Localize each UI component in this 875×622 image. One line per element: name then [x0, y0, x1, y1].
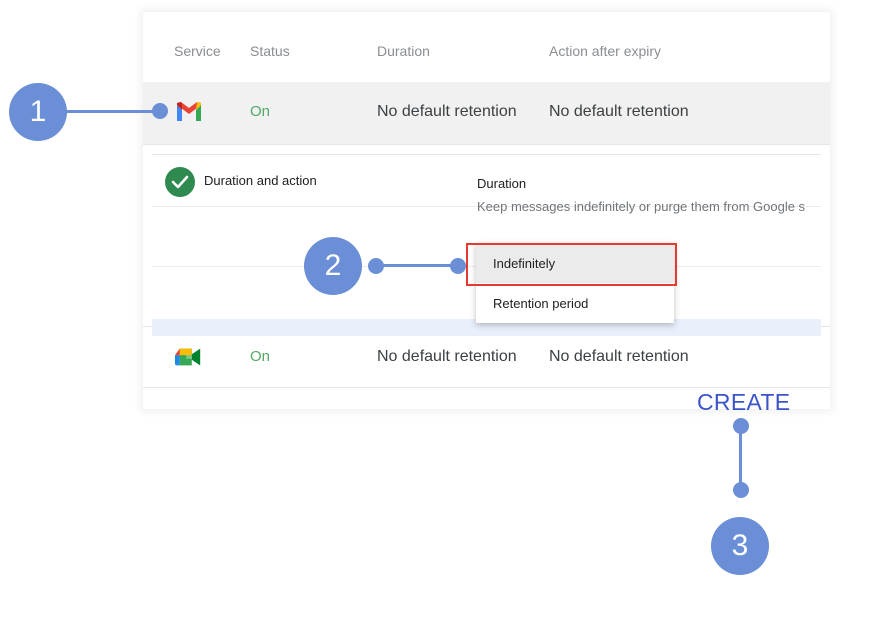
menu-item-retention-period[interactable]: Retention period	[476, 283, 674, 323]
callout-1-line	[66, 110, 160, 113]
header-duration: Duration	[377, 43, 430, 59]
table-header: Service Status Duration Action after exp…	[143, 12, 830, 83]
callout-1: 1	[9, 83, 67, 141]
callout-3: 3	[711, 517, 769, 575]
duration-text: No default retention	[377, 348, 517, 365]
gmail-icon	[177, 102, 201, 121]
callout-2-line	[376, 264, 458, 267]
meet-icon	[175, 348, 201, 366]
selection-highlight	[466, 243, 677, 286]
header-action: Action after expiry	[549, 43, 662, 59]
duration-title: Duration	[477, 176, 527, 191]
callout-1-dot	[152, 103, 168, 119]
callout-2-dot-end	[450, 258, 466, 274]
status-text: On	[250, 348, 271, 365]
header-status: Status	[250, 43, 290, 59]
action-text: No default retention	[549, 348, 689, 365]
create-button[interactable]: CREATE	[697, 389, 790, 416]
table-row[interactable]: On No default retention No default reten…	[143, 82, 830, 145]
callout-3-line	[739, 426, 742, 488]
action-text: No default retention	[549, 103, 689, 120]
callout-3-dot-bottom	[733, 482, 749, 498]
section-label: Duration and action	[204, 173, 317, 188]
check-icon	[165, 167, 195, 197]
duration-text: No default retention	[377, 103, 517, 120]
menu-item-label: Retention period	[493, 296, 589, 311]
status-text: On	[250, 103, 271, 120]
header-service: Service	[174, 43, 221, 59]
callout-2: 2	[304, 237, 362, 295]
duration-description: Keep messages indefinitely or purge them…	[477, 199, 806, 214]
